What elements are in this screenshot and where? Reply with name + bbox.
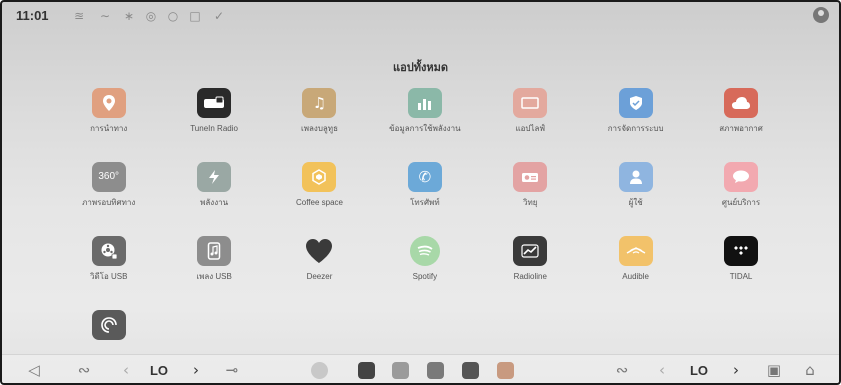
- chevron-right-icon[interactable]: ›: [188, 355, 204, 383]
- right-temperature[interactable]: LO: [682, 355, 716, 383]
- spiral-icon: [91, 310, 126, 340]
- app-energy[interactable]: พลังงาน: [161, 162, 266, 236]
- apps-grid-icon[interactable]: [358, 362, 375, 379]
- screen: 11:01 ≊ ∼ ∗ ◎ ○ □ ✓ แอปทั้งหมด การนำทาง …: [0, 0, 841, 385]
- app-coffee-space[interactable]: Coffee space: [267, 162, 372, 236]
- app-label: พลังงาน: [200, 198, 229, 207]
- hexagon-icon: [302, 162, 337, 192]
- fan-icon[interactable]: ⊸: [220, 355, 244, 383]
- app-label: Spotify: [412, 272, 438, 281]
- user-profile-icon[interactable]: [813, 7, 829, 23]
- app-music-usb[interactable]: เพลง USB: [161, 236, 266, 310]
- app-label: Audible: [622, 272, 649, 281]
- app-label: เพลงบลูทูธ: [301, 124, 338, 133]
- app-label: วิดีโอ USB: [89, 272, 128, 281]
- car-icon[interactable]: ▣: [762, 355, 786, 383]
- audible-icon: [618, 236, 653, 266]
- status-time: 11:01: [16, 8, 49, 23]
- radioline-icon: [513, 236, 548, 266]
- app-label: Deezer: [306, 272, 333, 281]
- app-navigation[interactable]: การนำทาง: [56, 88, 161, 162]
- tidal-icon: [724, 236, 759, 266]
- seat-heat-right-icon[interactable]: ∾: [610, 355, 634, 383]
- bluetooth-icon: ∗: [123, 9, 135, 23]
- volume-icon[interactable]: ◁: [22, 355, 46, 383]
- seat-heat-icon[interactable]: ∾: [72, 355, 96, 383]
- heart-icon: [302, 236, 336, 266]
- app-camera-360[interactable]: 360° ภาพรอบทิศทาง: [56, 162, 161, 236]
- app-gallery[interactable]: แอปไลฟ์: [478, 88, 583, 162]
- app-system-settings[interactable]: การจัดการระบบ: [583, 88, 688, 162]
- cloud-icon: [724, 88, 759, 118]
- page-title: แอปทั้งหมด: [393, 61, 448, 74]
- app-grid: การนำทาง TuneIn Radio ♫ เพลงบลูทูธ ข้อมู…: [56, 88, 794, 383]
- app-label: Coffee space: [295, 198, 343, 207]
- left-temperature[interactable]: LO: [142, 355, 176, 383]
- app-weather[interactable]: สภาพอากาศ: [688, 88, 793, 162]
- app-radio[interactable]: วิทยุ: [478, 162, 583, 236]
- wifi-icon: ∼: [99, 9, 111, 23]
- chevron-left-icon[interactable]: ‹: [118, 355, 134, 383]
- app-label: TuneIn Radio: [190, 124, 238, 133]
- app-spotify[interactable]: Spotify: [372, 236, 477, 310]
- app-label: แอปไลฟ์: [515, 124, 546, 133]
- music-app-icon[interactable]: [392, 362, 409, 379]
- map-pin-icon: [91, 88, 126, 118]
- app-label: ภาพรอบทิศทาง: [82, 198, 136, 207]
- app-label: โทรศัพท์: [410, 198, 440, 207]
- fm-radio-icon: [513, 162, 548, 192]
- home-icon[interactable]: ⌂: [798, 355, 822, 383]
- music-usb-icon: [197, 236, 232, 266]
- user-icon: [618, 162, 653, 192]
- video-usb-icon: [91, 236, 126, 266]
- bottom-bar: ◁ ∾ ‹ LO › ⊸ ∾ ‹ LO › ▣ ⌂: [2, 354, 839, 383]
- app-energy-data[interactable]: ข้อมูลการใช้พลังงาน: [372, 88, 477, 162]
- spotify-icon: [409, 236, 440, 266]
- clock-icon: □: [189, 9, 201, 23]
- app-label: วิทยุ: [523, 198, 538, 207]
- media-icon[interactable]: [311, 362, 328, 379]
- usb-app-icon[interactable]: [427, 362, 444, 379]
- nav-app-icon[interactable]: [497, 362, 514, 379]
- location-icon: ◎: [145, 9, 157, 23]
- app-local-music[interactable]: ♫ เพลงบลูทูธ: [267, 88, 372, 162]
- radio-icon: [197, 88, 232, 118]
- phone-icon: ✆: [407, 162, 442, 192]
- app-label: TIDAL: [729, 272, 753, 281]
- app-tidal[interactable]: TIDAL: [688, 236, 793, 310]
- app-label: การจัดการระบบ: [607, 124, 664, 133]
- app-label: ข้อมูลการใช้พลังงาน: [389, 124, 461, 133]
- app-video-usb[interactable]: วิดีโอ USB: [56, 236, 161, 310]
- signal-icon: ≊: [73, 9, 85, 23]
- app-label: ผู้ใช้: [628, 198, 643, 207]
- app-radioline[interactable]: Radioline: [478, 236, 583, 310]
- bar-chart-icon: [407, 88, 442, 118]
- gallery-icon: [513, 88, 548, 118]
- app-user[interactable]: ผู้ใช้: [583, 162, 688, 236]
- app-label: ศูนย์บริการ: [721, 198, 761, 207]
- app-tunein-radio[interactable]: TuneIn Radio: [161, 88, 266, 162]
- app-deezer[interactable]: Deezer: [267, 236, 372, 310]
- app-label: สภาพอากาศ: [719, 124, 763, 133]
- chevron-left-icon[interactable]: ‹: [654, 355, 670, 383]
- music-icon: ♫: [302, 88, 337, 118]
- app-audible[interactable]: Audible: [583, 236, 688, 310]
- app-label: Radioline: [513, 272, 547, 281]
- app-phone[interactable]: ✆ โทรศัพท์: [372, 162, 477, 236]
- app-label: การนำทาง: [90, 124, 128, 133]
- status-bar: 11:01 ≊ ∼ ∗ ◎ ○ □ ✓: [2, 2, 839, 30]
- lightning-icon: [197, 162, 232, 192]
- app-service-center[interactable]: ศูนย์บริการ: [688, 162, 793, 236]
- alarm-icon: ○: [167, 9, 179, 23]
- app-label: เพลง USB: [196, 272, 232, 281]
- chat-bubble-icon: [724, 162, 759, 192]
- chevron-right-icon[interactable]: ›: [728, 355, 744, 383]
- tunein-app-icon[interactable]: [462, 362, 479, 379]
- camera-360-icon: 360°: [91, 162, 126, 192]
- shield-icon: [618, 88, 653, 118]
- check-icon: ✓: [213, 9, 225, 23]
